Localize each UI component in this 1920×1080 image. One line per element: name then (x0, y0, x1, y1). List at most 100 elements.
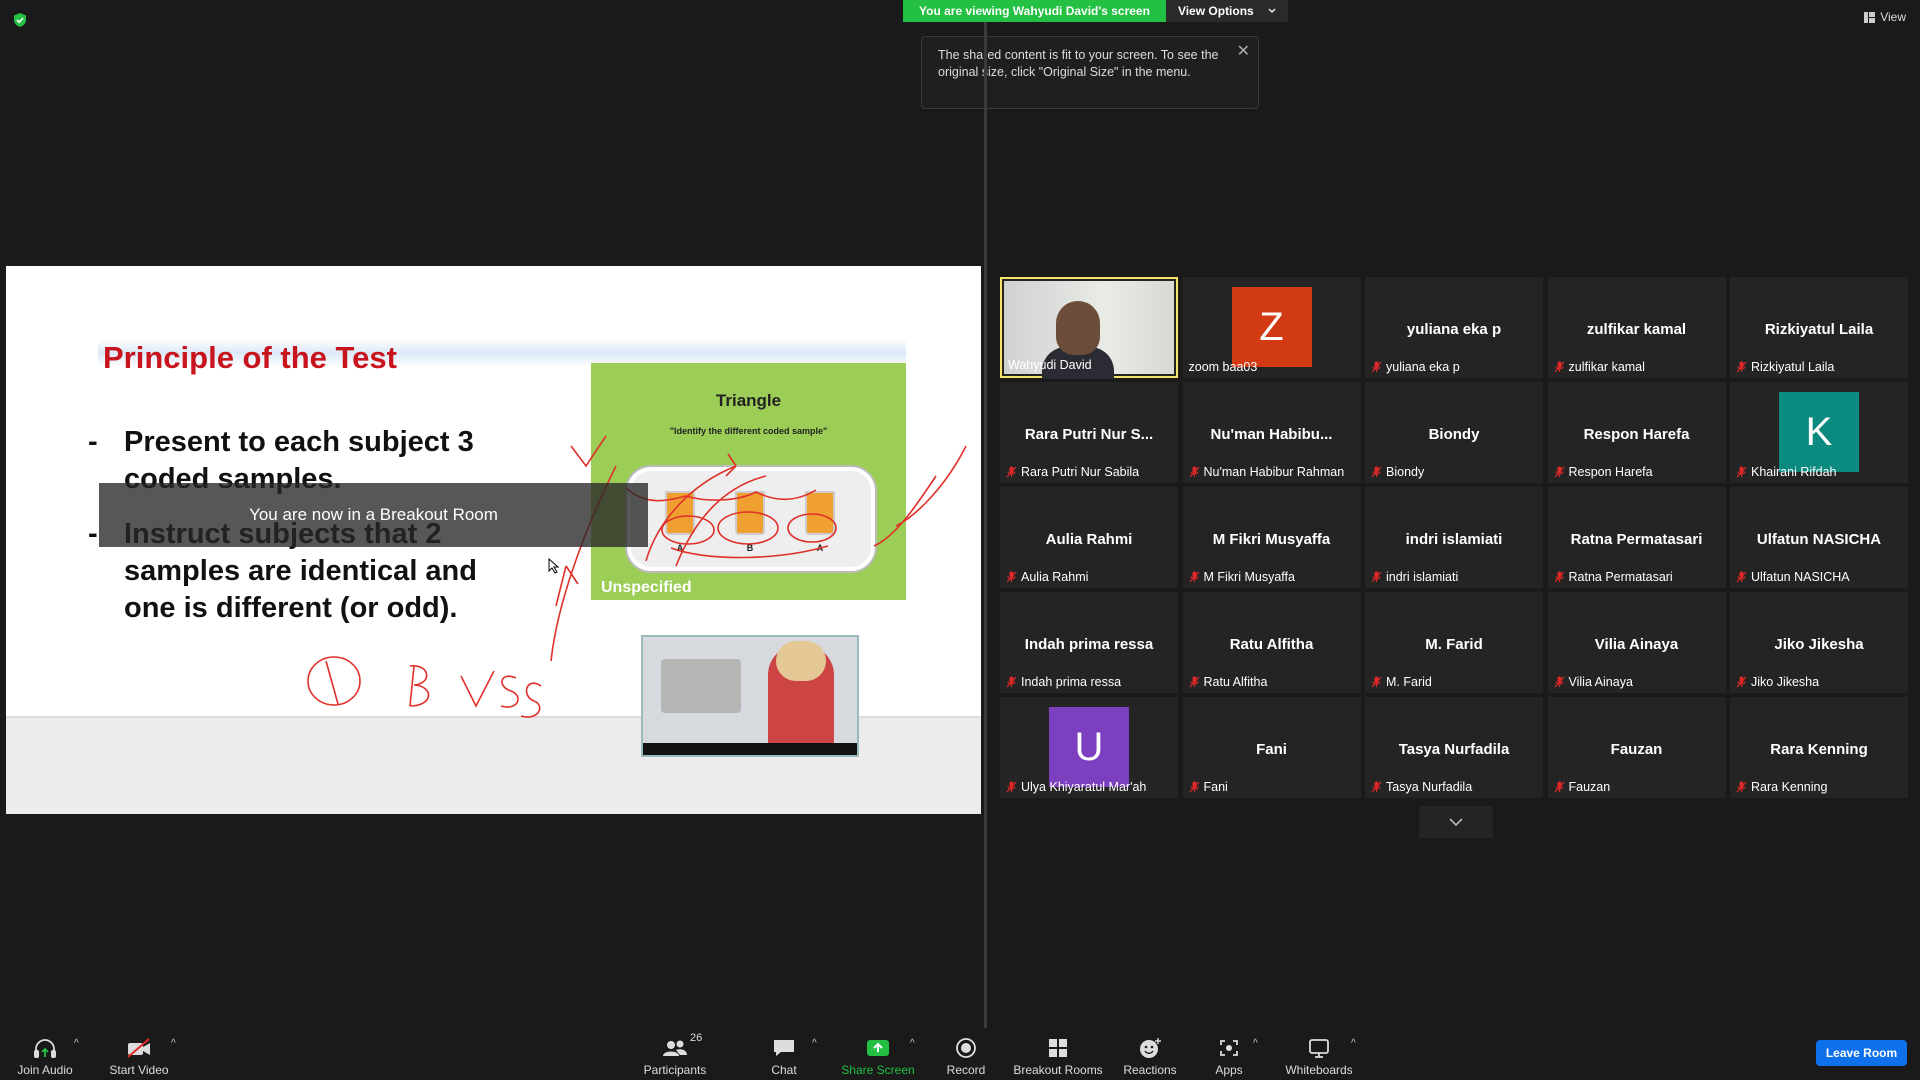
participant-name: M Fikri Musyaffa (1203, 570, 1295, 584)
participants-label: Participants (643, 1063, 707, 1077)
participant-name-label: Ratu Alfitha (1189, 675, 1268, 689)
participant-name-label: yuliana eka p (1371, 360, 1460, 374)
apps-icon (1220, 1040, 1238, 1056)
whiteboards-label: Whiteboards (1285, 1063, 1353, 1077)
join-audio-label: Join Audio (17, 1063, 73, 1077)
participant-display-name: Rara Putri Nur S... (1024, 426, 1154, 443)
participant-tile[interactable]: Ulfatun NASICHA Ulfatun NASICHA (1730, 487, 1908, 588)
breakout-rooms-label: Breakout Rooms (1013, 1063, 1103, 1077)
encryption-shield-icon[interactable] (12, 12, 28, 28)
participant-tile[interactable]: Respon Harefa Respon Harefa (1547, 382, 1726, 483)
participant-tile[interactable]: Ratna Permatasari Ratna Permatasari (1547, 487, 1726, 588)
participant-name: Rara Kenning (1751, 780, 1828, 794)
panel-divider[interactable] (984, 22, 987, 1028)
whiteboards-button[interactable]: Whiteboards (1282, 1028, 1356, 1080)
participant-tile[interactable]: Tasya Nurfadila Tasya Nurfadila (1365, 697, 1543, 798)
chat-button[interactable]: Chat (758, 1028, 810, 1080)
participant-tile[interactable]: yuliana eka p yuliana eka p (1365, 277, 1543, 378)
participant-tile[interactable]: Wahyudi David (1000, 277, 1178, 379)
chat-label: Chat (771, 1063, 797, 1077)
participant-tile[interactable]: Ratu Alfitha Ratu Alfitha (1182, 592, 1361, 693)
participant-display-name: Vilia Ainaya (1594, 636, 1679, 653)
participant-display-name: Ratna Permatasari (1570, 531, 1703, 548)
muted-mic-icon (1736, 466, 1747, 478)
muted-mic-icon (1006, 676, 1017, 688)
video-options-caret[interactable]: ^ (171, 1038, 176, 1049)
participant-tile[interactable]: indri islamiati indri islamiati (1365, 487, 1543, 588)
participant-name: Biondy (1386, 465, 1425, 479)
apps-options-caret[interactable]: ^ (1253, 1038, 1258, 1049)
leave-room-button[interactable]: Leave Room (1816, 1040, 1907, 1066)
participant-name-label: Fauzan (1554, 780, 1611, 794)
participant-tile[interactable]: Biondy Biondy (1365, 382, 1543, 483)
muted-mic-icon (1371, 361, 1382, 373)
close-icon[interactable]: ✕ (1237, 43, 1250, 60)
participant-name: Ratu Alfitha (1203, 675, 1268, 689)
chevron-down-icon (1268, 8, 1276, 13)
participant-name: Fani (1203, 780, 1228, 794)
record-button[interactable]: Record (940, 1028, 992, 1080)
whiteboards-options-caret[interactable]: ^ (1351, 1038, 1356, 1049)
view-options-button[interactable]: View Options (1165, 0, 1288, 22)
muted-mic-icon (1006, 466, 1017, 478)
participant-name: Fauzan (1568, 780, 1611, 794)
participant-tile[interactable]: Zzoom baa03 (1182, 277, 1361, 378)
muted-mic-icon (1736, 676, 1747, 688)
share-screen-button[interactable]: Share Screen (838, 1028, 918, 1080)
gallery-next-page-button[interactable] (1419, 806, 1493, 838)
participant-display-name: Fani (1256, 741, 1287, 758)
participant-display-name: Rara Kenning (1770, 741, 1868, 758)
participant-avatar: U (1049, 707, 1129, 787)
start-video-label: Start Video (109, 1063, 169, 1077)
participant-name: Ratna Permatasari (1568, 570, 1673, 584)
breakout-rooms-button[interactable]: Breakout Rooms (1012, 1028, 1104, 1080)
participant-tile[interactable]: Aulia Rahmi Aulia Rahmi (1000, 487, 1178, 588)
participant-display-name: Ratu Alfitha (1229, 636, 1314, 653)
participant-name-label: Jiko Jikesha (1736, 675, 1819, 689)
participant-name-label: Vilia Ainaya (1554, 675, 1633, 689)
grid-view-icon (1864, 11, 1876, 23)
apps-button[interactable]: Apps (1206, 1028, 1252, 1080)
reactions-button[interactable]: Reactions (1122, 1028, 1178, 1080)
participant-tile[interactable]: K Khairani Rifdah (1730, 382, 1908, 483)
meeting-toolbar: Join Audio ^ Start Video ^ Participants … (0, 1028, 1920, 1080)
participant-tile[interactable]: Nu'man Habibu... Nu'man Habibur Rahman (1182, 382, 1361, 483)
participant-name-label: Nu'man Habibur Rahman (1189, 465, 1344, 479)
participant-tile[interactable]: Vilia Ainaya Vilia Ainaya (1547, 592, 1726, 693)
muted-mic-icon (1189, 781, 1199, 793)
participant-tile[interactable]: Fani Fani (1182, 697, 1361, 798)
participant-name-label: Indah prima ressa (1006, 675, 1121, 689)
participant-name: Respon Harefa (1568, 465, 1653, 479)
reactions-label: Reactions (1123, 1063, 1177, 1077)
participant-name: Khairani Rifdah (1751, 465, 1837, 479)
audio-options-caret[interactable]: ^ (74, 1038, 79, 1049)
participant-tile[interactable]: M Fikri Musyaffa M Fikri Musyaffa (1182, 487, 1361, 588)
participant-tile[interactable]: Jiko Jikesha Jiko Jikesha (1730, 592, 1908, 693)
participant-display-name: Tasya Nurfadila (1398, 741, 1510, 758)
muted-mic-icon (1736, 781, 1747, 793)
participant-tile[interactable]: M. Farid M. Farid (1365, 592, 1543, 693)
participant-tile[interactable]: Rara Kenning Rara Kenning (1730, 697, 1908, 798)
participant-tile[interactable]: Indah prima ressa Indah prima ressa (1000, 592, 1178, 693)
muted-mic-icon (1554, 466, 1564, 478)
participant-tile[interactable]: Rara Putri Nur S... Rara Putri Nur Sabila (1000, 382, 1178, 483)
participant-name-label: Khairani Rifdah (1736, 465, 1836, 479)
participant-name: Ulya Khiyaratul Mar'ah (1021, 780, 1147, 794)
view-layout-button[interactable]: View (1864, 10, 1906, 24)
participant-tile[interactable]: U Ulya Khiyaratul Mar'ah (1000, 697, 1178, 798)
share-options-caret[interactable]: ^ (910, 1038, 915, 1049)
participant-name-label: Ulfatun NASICHA (1736, 570, 1850, 584)
participant-name-label: Ratna Permatasari (1554, 570, 1673, 584)
whiteboard-icon (1309, 1039, 1329, 1058)
participant-name-label: Rizkiyatul Laila (1736, 360, 1834, 374)
participant-tile[interactable]: Fauzan Fauzan (1547, 697, 1726, 798)
start-video-button[interactable]: Start Video (104, 1028, 174, 1080)
chat-options-caret[interactable]: ^ (812, 1038, 817, 1049)
chevron-down-icon (1449, 817, 1463, 826)
join-audio-button[interactable]: Join Audio (12, 1028, 78, 1080)
muted-mic-icon (1736, 571, 1747, 583)
participant-tile[interactable]: Rizkiyatul Laila Rizkiyatul Laila (1730, 277, 1908, 378)
participant-tile[interactable]: zulfikar kamal zulfikar kamal (1547, 277, 1726, 378)
participant-name-label: Ulya Khiyaratul Mar'ah (1006, 780, 1146, 794)
participant-display-name: yuliana eka p (1406, 321, 1502, 338)
